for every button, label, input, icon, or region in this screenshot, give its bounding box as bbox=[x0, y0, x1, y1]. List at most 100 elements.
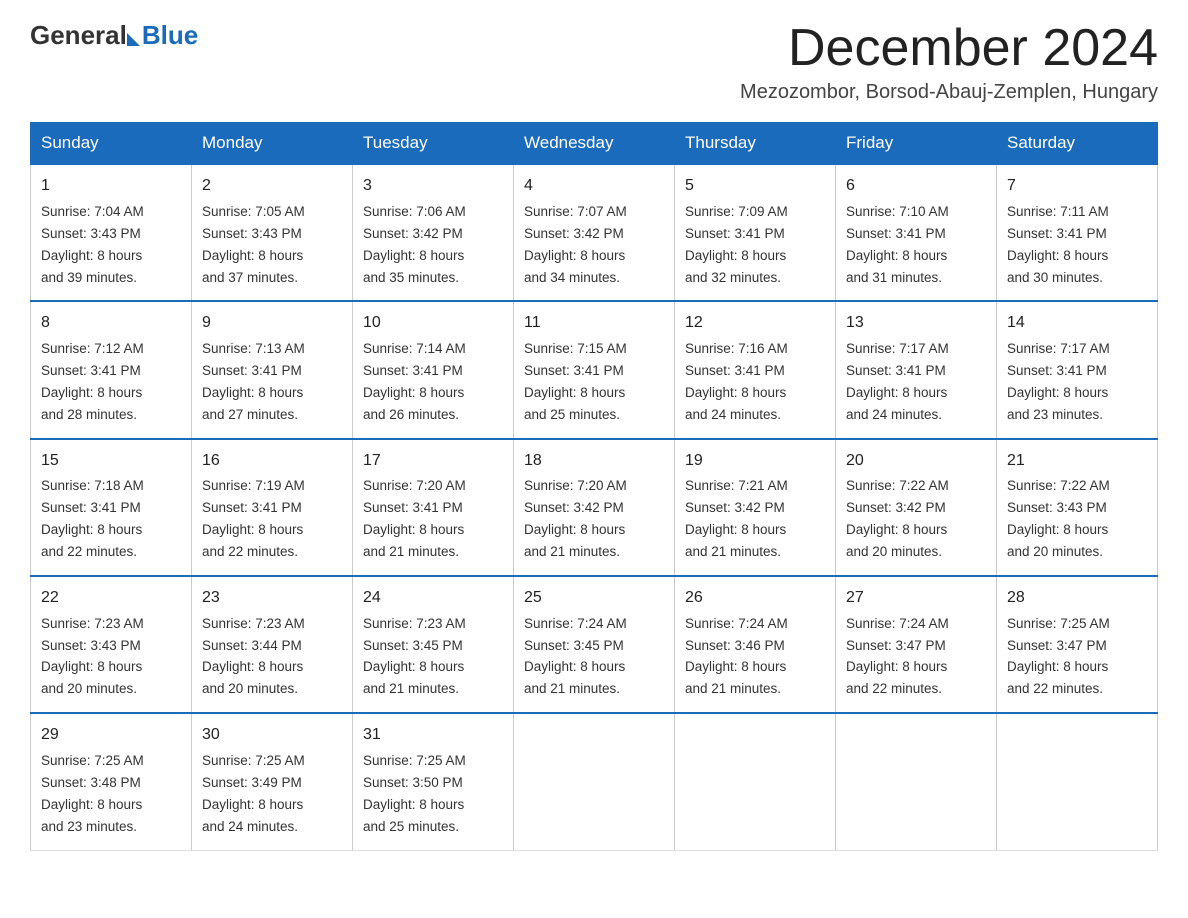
calendar-cell: 27 Sunrise: 7:24 AMSunset: 3:47 PMDaylig… bbox=[836, 576, 997, 713]
weekday-header: Thursday bbox=[675, 123, 836, 165]
day-info: Sunrise: 7:20 AMSunset: 3:41 PMDaylight:… bbox=[363, 478, 466, 559]
calendar-week-row: 22 Sunrise: 7:23 AMSunset: 3:43 PMDaylig… bbox=[31, 576, 1158, 713]
weekday-header: Monday bbox=[192, 123, 353, 165]
calendar-cell: 7 Sunrise: 7:11 AMSunset: 3:41 PMDayligh… bbox=[997, 164, 1158, 301]
day-info: Sunrise: 7:06 AMSunset: 3:42 PMDaylight:… bbox=[363, 204, 466, 285]
day-info: Sunrise: 7:21 AMSunset: 3:42 PMDaylight:… bbox=[685, 478, 788, 559]
logo-general: General bbox=[30, 20, 127, 51]
weekday-header: Sunday bbox=[31, 123, 192, 165]
calendar-cell: 9 Sunrise: 7:13 AMSunset: 3:41 PMDayligh… bbox=[192, 301, 353, 438]
calendar-cell: 30 Sunrise: 7:25 AMSunset: 3:49 PMDaylig… bbox=[192, 713, 353, 850]
logo-text: General Blue bbox=[30, 20, 198, 51]
day-number: 22 bbox=[41, 585, 181, 611]
day-info: Sunrise: 7:22 AMSunset: 3:43 PMDaylight:… bbox=[1007, 478, 1110, 559]
day-info: Sunrise: 7:25 AMSunset: 3:48 PMDaylight:… bbox=[41, 753, 144, 834]
day-number: 21 bbox=[1007, 448, 1147, 474]
logo: General Blue bbox=[30, 20, 198, 51]
calendar-cell: 24 Sunrise: 7:23 AMSunset: 3:45 PMDaylig… bbox=[353, 576, 514, 713]
calendar-cell: 25 Sunrise: 7:24 AMSunset: 3:45 PMDaylig… bbox=[514, 576, 675, 713]
day-number: 1 bbox=[41, 173, 181, 199]
day-number: 14 bbox=[1007, 310, 1147, 336]
day-number: 19 bbox=[685, 448, 825, 474]
day-info: Sunrise: 7:07 AMSunset: 3:42 PMDaylight:… bbox=[524, 204, 627, 285]
calendar-week-row: 1 Sunrise: 7:04 AMSunset: 3:43 PMDayligh… bbox=[31, 164, 1158, 301]
weekday-header: Friday bbox=[836, 123, 997, 165]
calendar-week-row: 15 Sunrise: 7:18 AMSunset: 3:41 PMDaylig… bbox=[31, 439, 1158, 576]
day-number: 23 bbox=[202, 585, 342, 611]
weekday-header: Tuesday bbox=[353, 123, 514, 165]
day-number: 25 bbox=[524, 585, 664, 611]
day-number: 7 bbox=[1007, 173, 1147, 199]
day-info: Sunrise: 7:25 AMSunset: 3:50 PMDaylight:… bbox=[363, 753, 466, 834]
calendar-cell: 16 Sunrise: 7:19 AMSunset: 3:41 PMDaylig… bbox=[192, 439, 353, 576]
calendar-cell: 3 Sunrise: 7:06 AMSunset: 3:42 PMDayligh… bbox=[353, 164, 514, 301]
day-info: Sunrise: 7:19 AMSunset: 3:41 PMDaylight:… bbox=[202, 478, 305, 559]
day-info: Sunrise: 7:15 AMSunset: 3:41 PMDaylight:… bbox=[524, 341, 627, 422]
day-number: 18 bbox=[524, 448, 664, 474]
calendar-cell: 29 Sunrise: 7:25 AMSunset: 3:48 PMDaylig… bbox=[31, 713, 192, 850]
day-number: 16 bbox=[202, 448, 342, 474]
location-title: Mezozombor, Borsod-Abauj-Zemplen, Hungar… bbox=[740, 81, 1158, 104]
calendar-cell: 12 Sunrise: 7:16 AMSunset: 3:41 PMDaylig… bbox=[675, 301, 836, 438]
day-number: 13 bbox=[846, 310, 986, 336]
month-title: December 2024 bbox=[740, 20, 1158, 77]
calendar-cell: 19 Sunrise: 7:21 AMSunset: 3:42 PMDaylig… bbox=[675, 439, 836, 576]
day-info: Sunrise: 7:10 AMSunset: 3:41 PMDaylight:… bbox=[846, 204, 949, 285]
day-number: 11 bbox=[524, 310, 664, 336]
calendar-cell: 11 Sunrise: 7:15 AMSunset: 3:41 PMDaylig… bbox=[514, 301, 675, 438]
day-info: Sunrise: 7:24 AMSunset: 3:45 PMDaylight:… bbox=[524, 616, 627, 697]
logo-arrow-icon bbox=[127, 33, 140, 46]
logo-blue-part: Blue bbox=[127, 20, 198, 51]
calendar-cell: 20 Sunrise: 7:22 AMSunset: 3:42 PMDaylig… bbox=[836, 439, 997, 576]
day-info: Sunrise: 7:12 AMSunset: 3:41 PMDaylight:… bbox=[41, 341, 144, 422]
day-info: Sunrise: 7:05 AMSunset: 3:43 PMDaylight:… bbox=[202, 204, 305, 285]
calendar-cell: 22 Sunrise: 7:23 AMSunset: 3:43 PMDaylig… bbox=[31, 576, 192, 713]
day-number: 3 bbox=[363, 173, 503, 199]
day-info: Sunrise: 7:22 AMSunset: 3:42 PMDaylight:… bbox=[846, 478, 949, 559]
weekday-header: Wednesday bbox=[514, 123, 675, 165]
day-number: 24 bbox=[363, 585, 503, 611]
day-number: 27 bbox=[846, 585, 986, 611]
day-info: Sunrise: 7:23 AMSunset: 3:44 PMDaylight:… bbox=[202, 616, 305, 697]
calendar-cell: 18 Sunrise: 7:20 AMSunset: 3:42 PMDaylig… bbox=[514, 439, 675, 576]
day-info: Sunrise: 7:09 AMSunset: 3:41 PMDaylight:… bbox=[685, 204, 788, 285]
day-info: Sunrise: 7:04 AMSunset: 3:43 PMDaylight:… bbox=[41, 204, 144, 285]
calendar-cell: 1 Sunrise: 7:04 AMSunset: 3:43 PMDayligh… bbox=[31, 164, 192, 301]
day-info: Sunrise: 7:14 AMSunset: 3:41 PMDaylight:… bbox=[363, 341, 466, 422]
calendar-cell: 8 Sunrise: 7:12 AMSunset: 3:41 PMDayligh… bbox=[31, 301, 192, 438]
calendar-cell: 2 Sunrise: 7:05 AMSunset: 3:43 PMDayligh… bbox=[192, 164, 353, 301]
day-info: Sunrise: 7:17 AMSunset: 3:41 PMDaylight:… bbox=[1007, 341, 1110, 422]
day-number: 4 bbox=[524, 173, 664, 199]
day-number: 9 bbox=[202, 310, 342, 336]
title-block: December 2024 Mezozombor, Borsod-Abauj-Z… bbox=[740, 20, 1158, 104]
day-info: Sunrise: 7:24 AMSunset: 3:46 PMDaylight:… bbox=[685, 616, 788, 697]
day-info: Sunrise: 7:18 AMSunset: 3:41 PMDaylight:… bbox=[41, 478, 144, 559]
day-info: Sunrise: 7:13 AMSunset: 3:41 PMDaylight:… bbox=[202, 341, 305, 422]
calendar-cell: 5 Sunrise: 7:09 AMSunset: 3:41 PMDayligh… bbox=[675, 164, 836, 301]
day-number: 29 bbox=[41, 722, 181, 748]
calendar-week-row: 8 Sunrise: 7:12 AMSunset: 3:41 PMDayligh… bbox=[31, 301, 1158, 438]
calendar-cell: 13 Sunrise: 7:17 AMSunset: 3:41 PMDaylig… bbox=[836, 301, 997, 438]
calendar-cell bbox=[514, 713, 675, 850]
calendar-cell: 31 Sunrise: 7:25 AMSunset: 3:50 PMDaylig… bbox=[353, 713, 514, 850]
calendar-cell: 15 Sunrise: 7:18 AMSunset: 3:41 PMDaylig… bbox=[31, 439, 192, 576]
day-info: Sunrise: 7:17 AMSunset: 3:41 PMDaylight:… bbox=[846, 341, 949, 422]
day-number: 26 bbox=[685, 585, 825, 611]
calendar-cell: 21 Sunrise: 7:22 AMSunset: 3:43 PMDaylig… bbox=[997, 439, 1158, 576]
calendar-cell: 10 Sunrise: 7:14 AMSunset: 3:41 PMDaylig… bbox=[353, 301, 514, 438]
calendar-week-row: 29 Sunrise: 7:25 AMSunset: 3:48 PMDaylig… bbox=[31, 713, 1158, 850]
page-header: General Blue December 2024 Mezozombor, B… bbox=[30, 20, 1158, 104]
weekday-header-row: SundayMondayTuesdayWednesdayThursdayFrid… bbox=[31, 123, 1158, 165]
calendar-cell: 28 Sunrise: 7:25 AMSunset: 3:47 PMDaylig… bbox=[997, 576, 1158, 713]
day-number: 10 bbox=[363, 310, 503, 336]
calendar-cell: 26 Sunrise: 7:24 AMSunset: 3:46 PMDaylig… bbox=[675, 576, 836, 713]
day-info: Sunrise: 7:25 AMSunset: 3:47 PMDaylight:… bbox=[1007, 616, 1110, 697]
day-number: 8 bbox=[41, 310, 181, 336]
day-number: 15 bbox=[41, 448, 181, 474]
day-info: Sunrise: 7:23 AMSunset: 3:43 PMDaylight:… bbox=[41, 616, 144, 697]
day-info: Sunrise: 7:25 AMSunset: 3:49 PMDaylight:… bbox=[202, 753, 305, 834]
day-number: 12 bbox=[685, 310, 825, 336]
day-info: Sunrise: 7:23 AMSunset: 3:45 PMDaylight:… bbox=[363, 616, 466, 697]
day-number: 2 bbox=[202, 173, 342, 199]
day-info: Sunrise: 7:16 AMSunset: 3:41 PMDaylight:… bbox=[685, 341, 788, 422]
